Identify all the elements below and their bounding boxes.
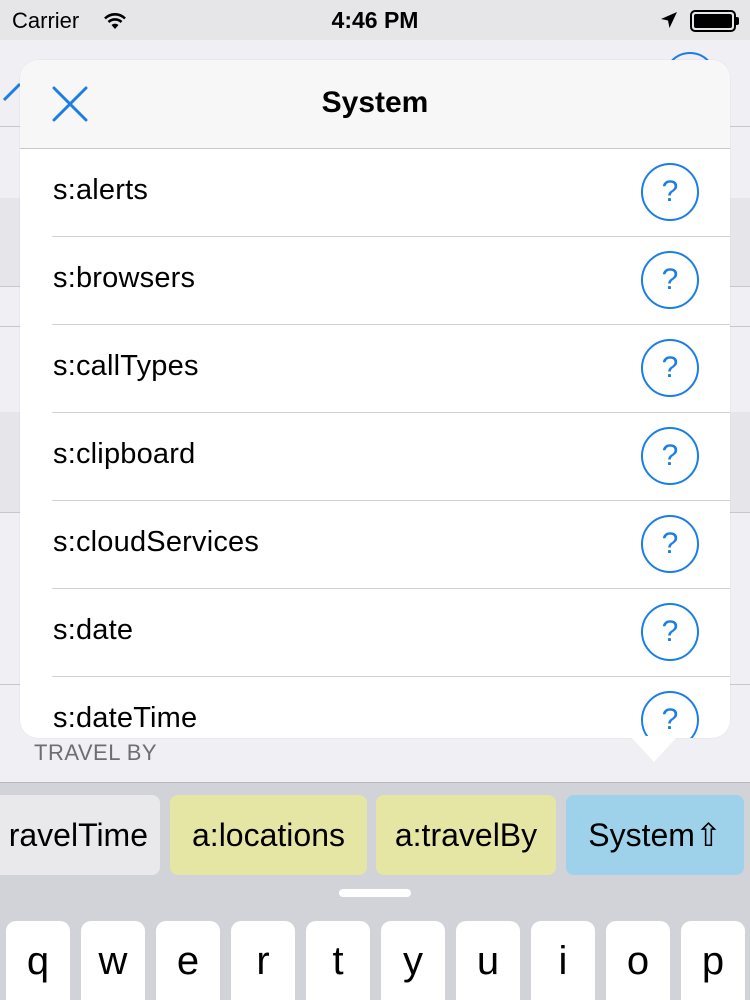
system-popover: System s:alerts ? s:browsers ? s:callTyp… xyxy=(20,60,730,738)
suggestion-traveltime[interactable]: ravelTime xyxy=(0,795,160,875)
list-item-alerts[interactable]: s:alerts ? xyxy=(20,149,730,237)
help-icon[interactable]: ? xyxy=(641,163,699,221)
system-list: s:alerts ? s:browsers ? s:callTypes ? s:… xyxy=(20,149,730,738)
key-r[interactable]: r xyxy=(231,921,295,1000)
keyboard-grabber-handle[interactable] xyxy=(339,889,411,897)
clock: 4:46 PM xyxy=(331,7,419,33)
popover-arrow xyxy=(630,736,678,762)
keyboard: ravelTime a:locations a:travelBy System⇧… xyxy=(0,782,750,1000)
list-item-date[interactable]: s:date ? xyxy=(20,589,730,677)
help-icon[interactable]: ? xyxy=(641,515,699,573)
list-item-label: s:cloudServices xyxy=(53,526,260,558)
key-o[interactable]: o xyxy=(606,921,670,1000)
list-item-datetime[interactable]: s:dateTime ? xyxy=(20,677,730,738)
key-w[interactable]: w xyxy=(81,921,145,1000)
help-icon[interactable]: ? xyxy=(641,251,699,309)
suggestion-travelby[interactable]: a:travelBy xyxy=(376,795,556,875)
list-item-label: s:browsers xyxy=(53,262,196,294)
list-item-label: s:clipboard xyxy=(53,438,196,470)
location-arrow-icon xyxy=(661,12,677,28)
list-item-label: s:dateTime xyxy=(53,702,198,734)
key-p[interactable]: p xyxy=(681,921,745,1000)
help-icon[interactable]: ? xyxy=(641,427,699,485)
key-t[interactable]: t xyxy=(306,921,370,1000)
list-item-label: s:alerts xyxy=(53,174,149,206)
list-item-label: s:date xyxy=(53,614,134,646)
help-icon[interactable]: ? xyxy=(641,691,699,738)
list-item-label: s:callTypes xyxy=(53,350,199,382)
section-header-travel-by: TRAVEL BY xyxy=(34,740,158,765)
suggestion-locations[interactable]: a:locations xyxy=(170,795,367,875)
popover-title: System xyxy=(321,86,429,119)
key-u[interactable]: u xyxy=(456,921,520,1000)
list-item-cloudservices[interactable]: s:cloudServices ? xyxy=(20,501,730,589)
suggestion-system[interactable]: System⇧ xyxy=(566,795,744,875)
key-e[interactable]: e xyxy=(156,921,220,1000)
list-item-calltypes[interactable]: s:callTypes ? xyxy=(20,325,730,413)
key-y[interactable]: y xyxy=(381,921,445,1000)
popover-header: System xyxy=(20,60,730,149)
key-q[interactable]: q xyxy=(6,921,70,1000)
help-icon[interactable]: ? xyxy=(641,603,699,661)
key-i[interactable]: i xyxy=(531,921,595,1000)
list-item-browsers[interactable]: s:browsers ? xyxy=(20,237,730,325)
battery-icon xyxy=(690,10,740,32)
list-item-clipboard[interactable]: s:clipboard ? xyxy=(20,413,730,501)
back-chevron-icon[interactable] xyxy=(0,80,22,120)
status-bar: Carrier 4:46 PM xyxy=(0,0,750,40)
help-icon[interactable]: ? xyxy=(641,339,699,397)
